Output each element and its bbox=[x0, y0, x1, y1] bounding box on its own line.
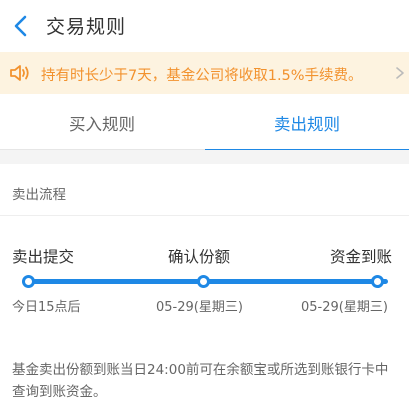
app-header: 交易规则 bbox=[0, 0, 409, 52]
section-label: 卖出流程 bbox=[12, 187, 66, 203]
section-gap bbox=[0, 150, 409, 164]
step-date-confirm-shares: 05-29(星期三) bbox=[156, 300, 243, 315]
step-title-sell-submit: 卖出提交 bbox=[12, 248, 75, 266]
tab-sell-rules[interactable]: 卖出规则 bbox=[205, 94, 409, 151]
chevron-right-icon bbox=[396, 67, 404, 79]
step-date-funds-arrive: 05-29(星期三) bbox=[301, 300, 388, 315]
tab-buy-rules[interactable]: 买入规则 bbox=[0, 94, 204, 150]
tab-label: 卖出规则 bbox=[274, 115, 340, 134]
fee-notice-banner[interactable]: 持有时长少于7天，基金公司将收取1.5%手续费。 bbox=[0, 52, 409, 94]
divider bbox=[0, 215, 409, 216]
chevron-left-icon bbox=[14, 15, 27, 37]
page-title: 交易规则 bbox=[46, 16, 127, 38]
step-date-sell-submit: 今日15点后 bbox=[12, 300, 81, 315]
step-title-confirm-shares: 确认份额 bbox=[168, 248, 231, 266]
notice-text: 持有时长少于7天，基金公司将收取1.5%手续费。 bbox=[41, 68, 363, 84]
tab-label: 买入规则 bbox=[69, 115, 135, 134]
timeline-dot-middle bbox=[197, 275, 210, 288]
timeline-dot-start bbox=[22, 275, 35, 288]
step-title-funds-arrive: 资金到账 bbox=[330, 248, 393, 266]
rule-description: 基金卖出份额到账当日24:00前可在余额宝或所选到账银行卡中查询到账资金。 bbox=[12, 362, 389, 400]
rule-tabs: 买入规则 卖出规则 bbox=[0, 94, 409, 151]
back-button[interactable] bbox=[8, 11, 36, 41]
speaker-icon bbox=[10, 65, 29, 81]
timeline-dot-end bbox=[371, 275, 384, 288]
